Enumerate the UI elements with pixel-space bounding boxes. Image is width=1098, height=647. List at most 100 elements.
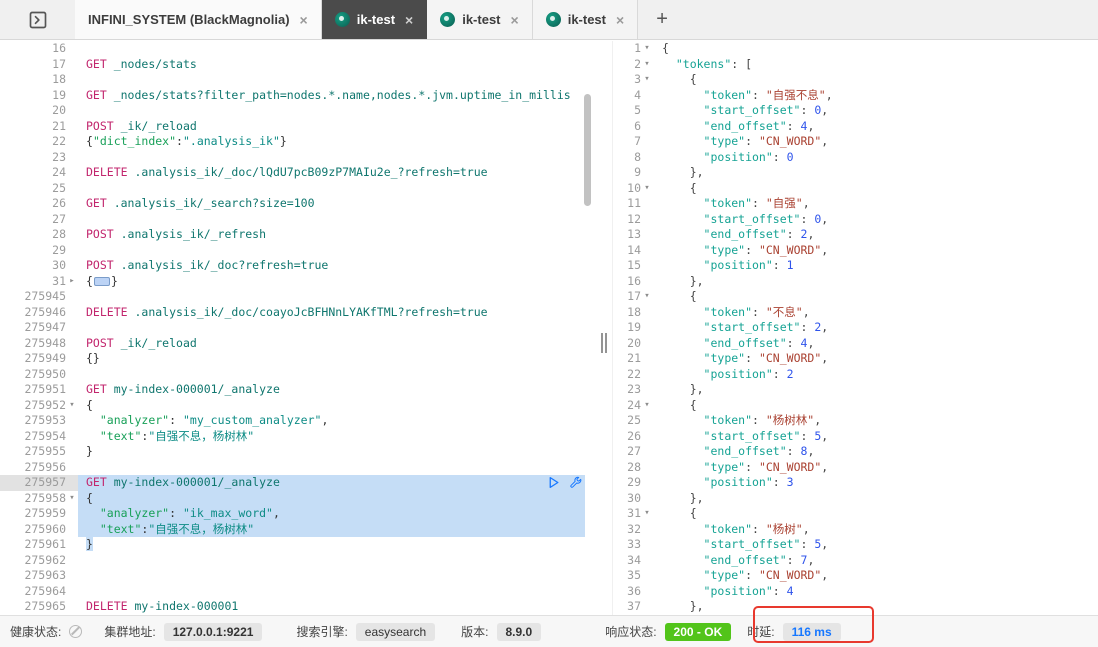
request-line[interactable]: 27 [0,212,598,228]
request-line[interactable]: 21POST _ik/_reload [0,119,598,135]
response-line[interactable]: 19 "start_offset": 2, [613,320,1098,336]
tab-close-icon[interactable]: × [300,13,308,27]
response-line[interactable]: 7 "type": "CN_WORD", [613,134,1098,150]
request-line[interactable]: 30POST .analysis_ik/_doc?refresh=true [0,258,598,274]
request-line[interactable]: 275960 "text":"自强不息，杨树林" [0,522,598,538]
tab-ik-test[interactable]: ik-test× [322,0,427,39]
request-line[interactable]: 25 [0,181,598,197]
response-line[interactable]: 18 "token": "不息", [613,305,1098,321]
new-tab-button[interactable]: + [638,0,686,39]
response-line[interactable]: 17▾ { [613,289,1098,305]
response-line[interactable]: 29 "position": 3 [613,475,1098,491]
request-line[interactable]: 24DELETE .analysis_ik/_doc/lQdU7pcB09zP7… [0,165,598,181]
response-line[interactable]: 8 "position": 0 [613,150,1098,166]
response-line[interactable]: 1▾{ [613,41,1098,57]
response-line[interactable]: 34 "end_offset": 7, [613,553,1098,569]
request-line[interactable]: 16 [0,41,598,57]
console-icon[interactable] [0,0,75,39]
request-line[interactable]: 275945 [0,289,598,305]
fold-toggle-icon[interactable]: ▾ [641,289,653,305]
response-line[interactable]: 24▾ { [613,398,1098,414]
response-line[interactable]: 14 "type": "CN_WORD", [613,243,1098,259]
response-line[interactable]: 32 "token": "杨树", [613,522,1098,538]
fold-toggle-icon[interactable]: ▾ [641,181,653,197]
request-line[interactable]: 275958▾{ [0,491,598,507]
response-line[interactable]: 26 "start_offset": 5, [613,429,1098,445]
request-line[interactable]: 275953 "analyzer": "my_custom_analyzer", [0,413,598,429]
fold-toggle-icon[interactable]: ▾ [641,72,653,88]
tab-ik-test[interactable]: ik-test× [533,0,638,39]
run-request-icon[interactable] [547,476,560,489]
tab-close-icon[interactable]: × [616,13,624,27]
response-line[interactable]: 30 }, [613,491,1098,507]
response-line[interactable]: 16 }, [613,274,1098,290]
request-line[interactable]: 26GET .analysis_ik/_search?size=100 [0,196,598,212]
response-line[interactable]: 15 "position": 1 [613,258,1098,274]
response-line[interactable]: 23 }, [613,382,1098,398]
tab-ik-test[interactable]: ik-test× [427,0,532,39]
tab-close-icon[interactable]: × [405,13,413,27]
response-panel[interactable]: 1▾{2▾ "tokens": [3▾ {4 "token": "自强不息",5… [612,41,1098,615]
response-line[interactable]: 11 "token": "自强", [613,196,1098,212]
request-line[interactable]: 23 [0,150,598,166]
request-line[interactable]: 275964 [0,584,598,600]
request-line[interactable]: 275962 [0,553,598,569]
request-line[interactable]: 275959 "analyzer": "ik_max_word", [0,506,598,522]
request-line[interactable]: 18 [0,72,598,88]
request-line[interactable]: 275957GET my-index-000001/_analyze [0,475,598,491]
tab-infini-system-blackmagnolia[interactable]: INFINI_SYSTEM (BlackMagnolia)× [75,0,322,39]
fold-toggle-icon[interactable]: ▾ [641,506,653,522]
response-line[interactable]: 10▾ { [613,181,1098,197]
request-line[interactable]: 275946DELETE .analysis_ik/_doc/coayoJcBF… [0,305,598,321]
response-line[interactable]: 37 }, [613,599,1098,615]
editor-scrollbar[interactable] [584,94,591,206]
response-line[interactable]: 22 "position": 2 [613,367,1098,383]
request-line[interactable]: 275955} [0,444,598,460]
panel-splitter[interactable] [598,40,612,615]
response-line[interactable]: 35 "type": "CN_WORD", [613,568,1098,584]
fold-toggle-icon[interactable]: ▾ [66,491,78,507]
request-line[interactable]: 29 [0,243,598,259]
response-line[interactable]: 4 "token": "自强不息", [613,88,1098,104]
request-line[interactable]: 275947 [0,320,598,336]
request-line[interactable]: 275950 [0,367,598,383]
request-line[interactable]: 275965DELETE my-index-000001 [0,599,598,615]
request-editor-panel[interactable]: 1617GET _nodes/stats1819GET _nodes/stats… [0,41,598,615]
tab-close-icon[interactable]: × [511,13,519,27]
fold-toggle-icon[interactable]: ▸ [66,274,78,290]
fold-toggle-icon[interactable]: ▾ [641,398,653,414]
request-line[interactable]: 19GET _nodes/stats?filter_path=nodes.*.n… [0,88,598,104]
fold-toggle-icon[interactable]: ▾ [641,41,653,57]
response-line[interactable]: 12 "start_offset": 0, [613,212,1098,228]
request-line[interactable]: 275948POST _ik/_reload [0,336,598,352]
request-line[interactable]: 31▸{} [0,274,598,290]
response-line[interactable]: 31▾ { [613,506,1098,522]
wrench-icon[interactable] [569,476,582,489]
response-line[interactable]: 3▾ { [613,72,1098,88]
response-line[interactable]: 13 "end_offset": 2, [613,227,1098,243]
request-line[interactable]: 275951GET my-index-000001/_analyze [0,382,598,398]
response-line[interactable]: 21 "type": "CN_WORD", [613,351,1098,367]
response-line[interactable]: 6 "end_offset": 4, [613,119,1098,135]
request-line[interactable]: 275956 [0,460,598,476]
response-line[interactable]: 36 "position": 4 [613,584,1098,600]
response-line[interactable]: 5 "start_offset": 0, [613,103,1098,119]
response-line[interactable]: 9 }, [613,165,1098,181]
request-line[interactable]: 17GET _nodes/stats [0,57,598,73]
response-line[interactable]: 2▾ "tokens": [ [613,57,1098,73]
request-line[interactable]: 275952▾{ [0,398,598,414]
splitter-grip-icon[interactable] [601,333,607,353]
response-line[interactable]: 28 "type": "CN_WORD", [613,460,1098,476]
fold-toggle-icon[interactable]: ▾ [641,57,653,73]
response-line[interactable]: 33 "start_offset": 5, [613,537,1098,553]
request-line[interactable]: 28POST .analysis_ik/_refresh [0,227,598,243]
request-line[interactable]: 20 [0,103,598,119]
collapsed-fold-placeholder[interactable] [94,277,110,286]
response-line[interactable]: 20 "end_offset": 4, [613,336,1098,352]
request-line[interactable]: 275961} [0,537,598,553]
request-line[interactable]: 275963 [0,568,598,584]
response-line[interactable]: 27 "end_offset": 8, [613,444,1098,460]
request-line[interactable]: 275954 "text":"自强不息，杨树林" [0,429,598,445]
fold-toggle-icon[interactable]: ▾ [66,398,78,414]
request-line[interactable]: 275949{} [0,351,598,367]
